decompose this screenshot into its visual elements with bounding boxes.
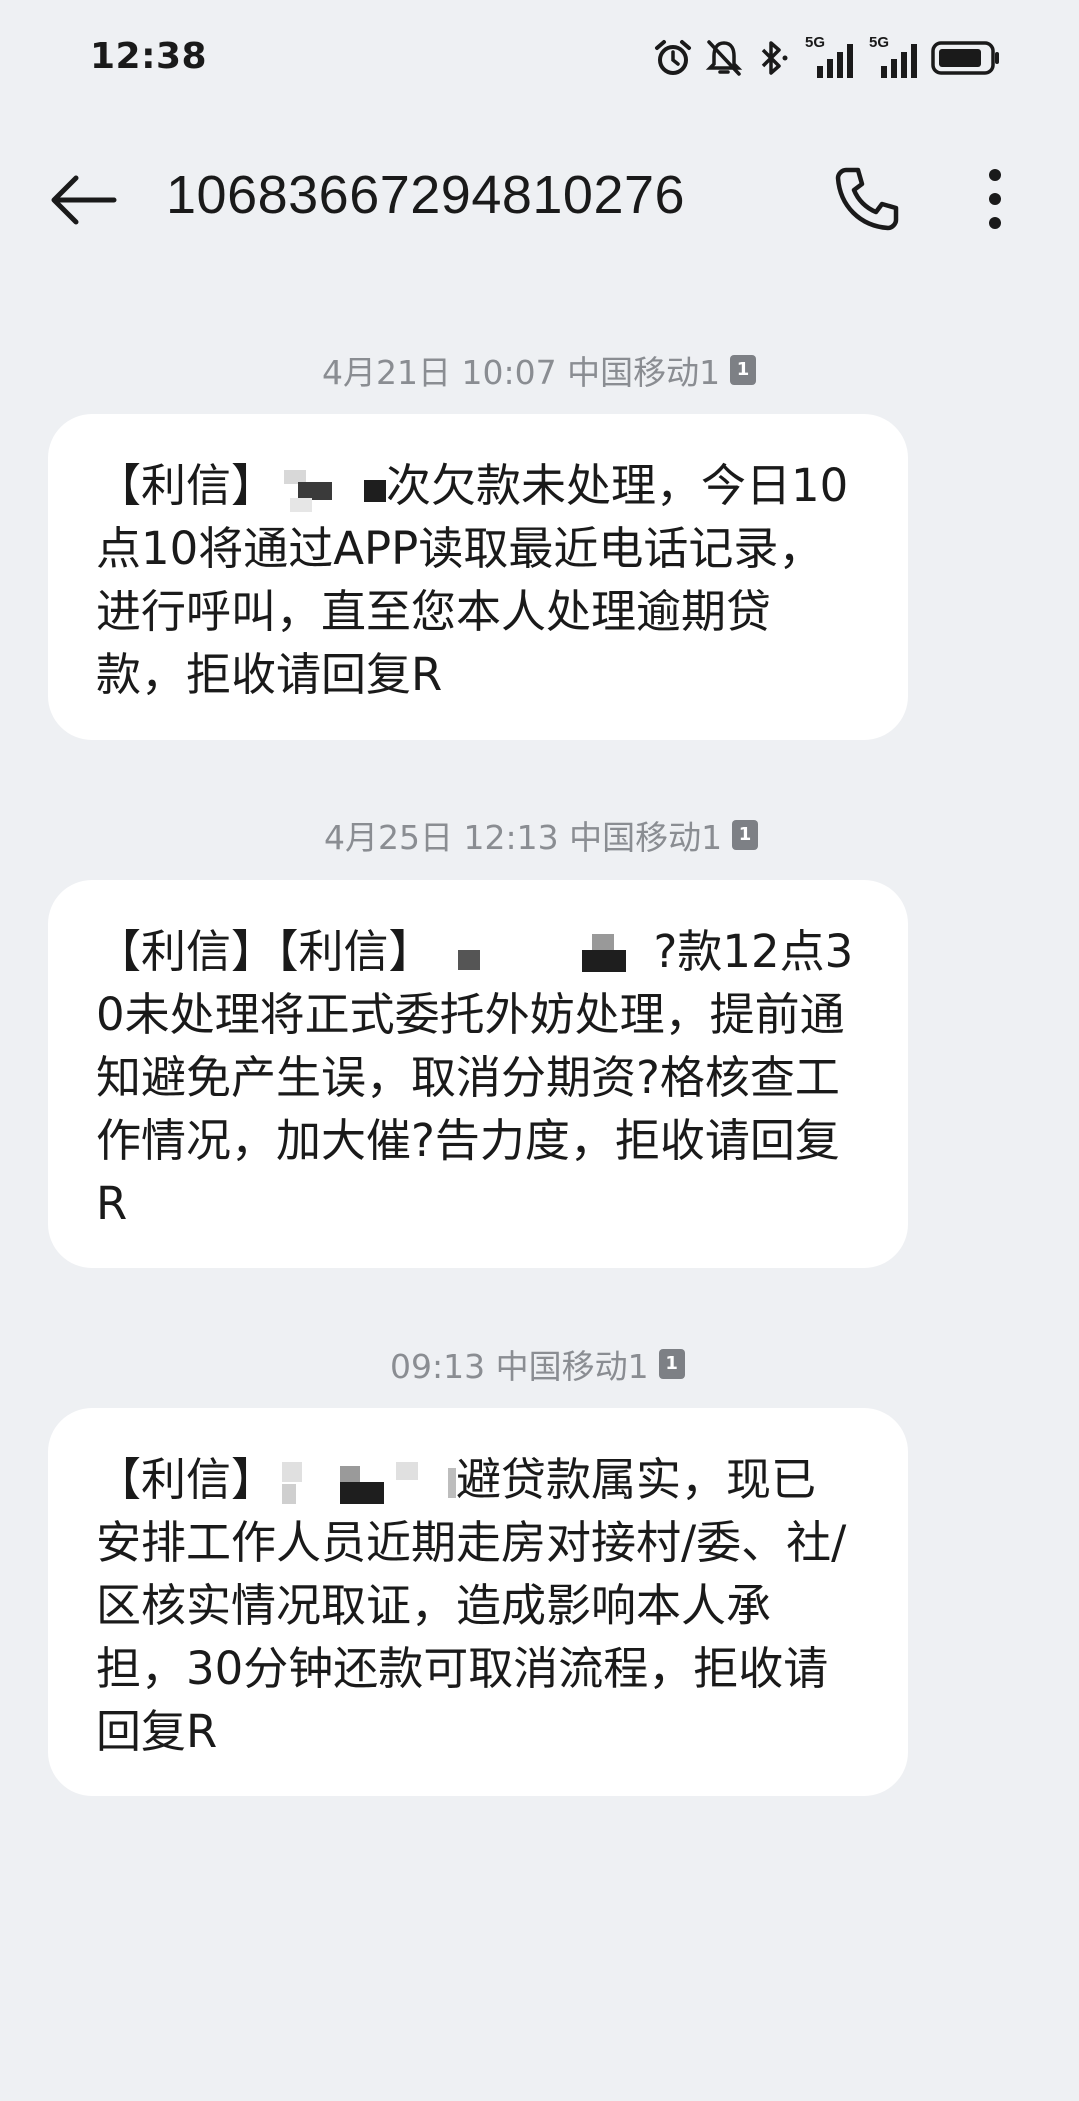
message-text: 【利信】【利信】 ?款12点30未处理将正式委托外妨处理，提前通知避免产生误，取消…	[96, 920, 860, 1235]
sim-badge: 1	[730, 355, 757, 385]
alarm-icon	[655, 40, 691, 75]
more-vertical-icon	[989, 169, 1001, 229]
message-timestamp: 4月21日 10:07 中国移动1	[322, 353, 721, 392]
contact-number-title: 10683667294810276	[166, 165, 686, 225]
status-bar: 12:38 5G 5G	[0, 0, 1079, 120]
signal-icon	[817, 44, 853, 78]
message-text-prefix: 【利信】【利信】	[96, 925, 434, 978]
message-timestamp: 09:13 中国移动1	[390, 1347, 649, 1386]
call-button[interactable]	[832, 164, 902, 234]
redacted-block	[276, 464, 387, 514]
status-time: 12:38	[90, 36, 208, 77]
message-text-prefix: 【利信】	[96, 1453, 277, 1506]
network-2: 5G	[867, 34, 919, 80]
conversation-header: 10683667294810276	[0, 150, 1079, 250]
message-timestamp: 4月25日 12:13 中国移动1	[324, 818, 723, 857]
message-bubble[interactable]: 【利信】【利信】 ?款12点30未处理将正式委托外妨处理，提前通知避免产生误，取消…	[48, 880, 908, 1268]
sim-badge: 1	[732, 820, 759, 850]
message-bubble[interactable]: 【利信】 次欠款未处理，今日10点10将通过APP读取最近电话记录，进行呼叫，直至…	[48, 414, 908, 740]
signal-icon	[881, 44, 917, 78]
phone-icon	[835, 167, 899, 231]
sim-badge: 1	[658, 1349, 685, 1379]
message-meta: 4月21日 10:07 中国移动1 1	[322, 346, 757, 394]
message-meta: 09:13 中国移动1 1	[390, 1340, 685, 1388]
mute-icon	[705, 40, 743, 76]
message-text-prefix: 【利信】	[96, 459, 277, 512]
message-meta: 4月25日 12:13 中国移动1 1	[324, 811, 759, 859]
more-options-button[interactable]	[975, 166, 1015, 232]
battery-icon	[931, 41, 999, 75]
message-bubble[interactable]: 【利信】 避贷款属实，现已安排工作人员近期走房对接村/委、社/区核实情况取证，造成…	[48, 1408, 908, 1796]
message-text: 【利信】 次欠款未处理，今日10点10将通过APP读取最近电话记录，进行呼叫，直至…	[96, 454, 860, 706]
network-1: 5G	[803, 34, 855, 80]
back-button[interactable]	[48, 170, 118, 230]
redacted-block	[276, 1458, 457, 1508]
message-text: 【利信】 避贷款属实，现已安排工作人员近期走房对接村/委、社/区核实情况取证，造成…	[96, 1448, 860, 1763]
status-icons: 5G 5G	[653, 34, 1001, 80]
back-arrow-icon	[51, 175, 117, 225]
bluetooth-icon	[761, 41, 788, 75]
redacted-block	[434, 930, 654, 980]
